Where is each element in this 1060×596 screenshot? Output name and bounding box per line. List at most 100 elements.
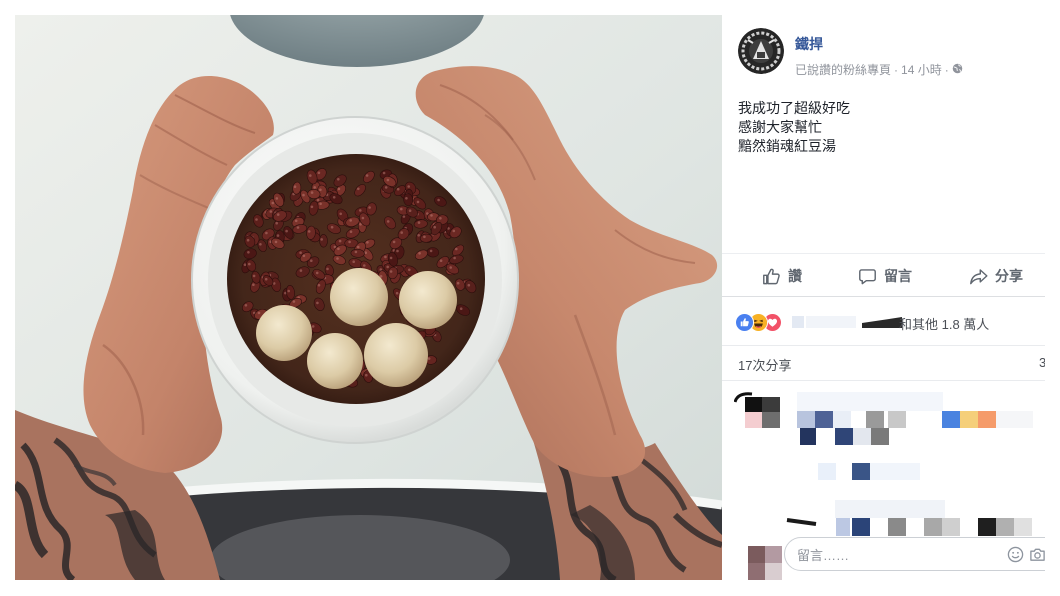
red-bean-highlight [269, 210, 273, 213]
blurred-comment-pixel [852, 463, 870, 480]
blurred-comments [722, 15, 1045, 580]
red-bean-highlight [319, 188, 322, 192]
tangyuan [399, 271, 457, 329]
red-bean-highlight [294, 219, 298, 223]
red-bean-highlight [363, 264, 366, 267]
red-bean-highlight [433, 225, 437, 229]
red-bean-highlight [417, 234, 421, 237]
post-photo [15, 15, 722, 580]
red-bean-highlight [292, 300, 296, 303]
red-bean-highlight [243, 263, 247, 266]
blurred-comment-pixel [996, 411, 1033, 428]
post-panel: 鐵捍 已說讚的粉絲專頁 · 14 小時 · 我成功了超級好吃 感謝大家幫忙 黯然… [722, 15, 1045, 580]
red-bean-highlight [338, 239, 342, 243]
camera-icon-svg [1030, 548, 1045, 561]
red-bean-highlight [317, 171, 321, 175]
comment-composer[interactable] [784, 537, 1045, 571]
red-bean-highlight [386, 178, 390, 182]
blurred-comment-pixel [762, 397, 780, 412]
red-bean-highlight [439, 259, 443, 262]
red-bean-highlight [311, 325, 315, 328]
red-bean-highlight [400, 207, 403, 211]
red-bean-highlight [356, 245, 360, 249]
blurred-comment-pixel [836, 518, 850, 536]
red-bean-highlight [459, 307, 463, 311]
red-bean-highlight [455, 247, 458, 251]
tangyuan [364, 323, 428, 387]
blurred-comment-pixel [800, 428, 816, 445]
avatar-pixel [765, 563, 782, 580]
red-bean-highlight [408, 209, 412, 212]
red-bean-highlight [416, 200, 420, 204]
red-bean-highlight [395, 291, 399, 295]
red-bean-highlight [316, 301, 319, 305]
blurred-comment-pixel [853, 428, 871, 445]
red-bean-highlight [429, 249, 433, 253]
avatar-pixel [748, 563, 765, 580]
red-bean-highlight [337, 187, 341, 191]
blurred-comment-pixel [745, 397, 762, 412]
red-bean-highlight [365, 373, 368, 377]
red-bean-highlight [252, 283, 255, 287]
red-bean-highlight [357, 187, 360, 191]
red-bean-highlight [319, 202, 322, 206]
red-bean-highlight [316, 198, 320, 202]
red-bean-highlight [449, 266, 453, 269]
blurred-comment-pixel [924, 518, 942, 536]
red-bean-highlight [359, 209, 362, 212]
blurred-comment-pixel [866, 411, 884, 428]
comment-input[interactable] [795, 544, 999, 566]
blurred-comment-pixel [852, 518, 870, 536]
red-bean-highlight [349, 230, 353, 233]
tangyuan [307, 333, 363, 389]
blurred-comment-pixel [745, 412, 762, 428]
avatar-pixel [748, 546, 765, 563]
red-bean-highlight [332, 196, 336, 199]
red-bean-highlight [396, 187, 400, 191]
red-bean-highlight [287, 289, 291, 293]
red-bean-highlight [366, 241, 369, 244]
red-bean-highlight [453, 256, 456, 260]
red-bean-highlight [384, 186, 388, 189]
red-bean-highlight [389, 270, 393, 273]
red-bean [419, 233, 433, 243]
red-bean-highlight [248, 262, 251, 266]
like-reaction-svg [736, 314, 753, 331]
red-bean-highlight [361, 216, 365, 220]
red-bean-highlight [336, 257, 339, 260]
tangyuan [330, 268, 388, 326]
like-icon[interactable] [735, 313, 754, 332]
red-bean-highlight [310, 259, 313, 262]
blurred-comment-pixel [818, 463, 836, 480]
photo-canvas [15, 15, 722, 580]
blurred-comment-pixel [833, 411, 851, 428]
red-bean-highlight [307, 230, 311, 233]
red-bean-highlight [265, 231, 268, 235]
red-bean-highlight [437, 198, 440, 202]
blurred-comment-pixel [978, 411, 996, 428]
blurred-comment-pixel [978, 518, 996, 536]
red-bean-highlight [309, 174, 312, 177]
red-bean-highlight [423, 235, 426, 239]
red-bean-highlight [386, 265, 390, 269]
blurred-comment-pixel [888, 518, 906, 536]
red-bean-highlight [259, 243, 262, 246]
red-bean-highlight [317, 283, 321, 287]
commenter-avatar [748, 546, 782, 580]
red-bean-highlight [299, 269, 303, 272]
blurred-comment-pixel [888, 411, 906, 428]
red-bean-highlight [417, 221, 421, 224]
avatar-pixel [765, 546, 782, 563]
blurred-comment-pixel [942, 518, 960, 536]
blurred-comment-pixel [942, 411, 960, 428]
red-bean-highlight [396, 249, 399, 253]
red-bean [319, 234, 328, 248]
red-bean-highlight [382, 171, 386, 175]
red-bean-highlight [418, 252, 421, 255]
red-bean-highlight [275, 221, 279, 225]
blurred-comment-pixel [1014, 518, 1032, 536]
camera-icon[interactable] [1029, 546, 1045, 563]
smile-icon[interactable] [1007, 546, 1024, 563]
red-bean-highlight [456, 281, 460, 285]
blurred-comment-pixel [835, 500, 945, 518]
